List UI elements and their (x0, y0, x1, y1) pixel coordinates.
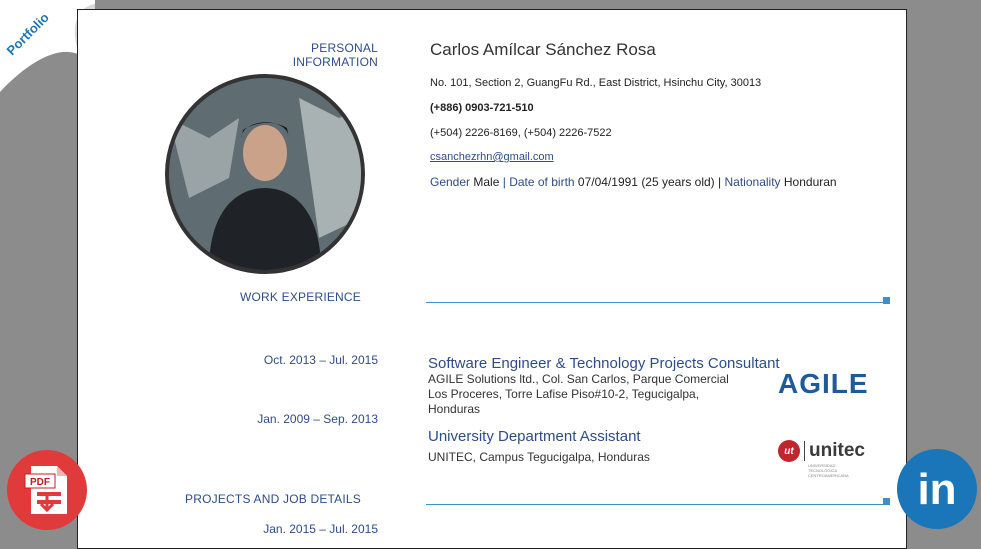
phone-primary: (+886) 0903-721-510 (430, 102, 534, 114)
project-date-1: Jan. 2015 – Jul. 2015 (263, 522, 378, 536)
section-divider (426, 302, 884, 303)
section-personal-information: PERSONAL INFORMATION (292, 41, 378, 69)
profile-photo (165, 74, 365, 274)
section-divider-end (883, 297, 890, 304)
email-link[interactable]: csanchezrhn@gmail.com (430, 151, 554, 163)
agile-logo: AGILE (778, 368, 869, 399)
job-detail-line: Honduras (428, 402, 481, 416)
nationality-value: Honduran (783, 175, 837, 189)
section-divider-end (883, 498, 890, 505)
job-detail-line: AGILE Solutions ltd., Col. San Carlos, P… (428, 372, 729, 386)
section-divider (426, 504, 884, 505)
section-work-experience: WORK EXPERIENCE (239, 290, 361, 304)
work-date-2: Jan. 2009 – Sep. 2013 (257, 412, 378, 426)
personal-attributes: Gender Male | Date of birth 07/04/1991 (… (430, 175, 837, 189)
phone-secondary: (+504) 2226-8169, (+504) 2226-7522 (430, 127, 612, 139)
nationality-label: Nationality (724, 175, 781, 189)
linkedin-label: in (917, 465, 956, 514)
job-title-1: Software Engineer & Technology Projects … (428, 355, 780, 372)
logo-divider (804, 441, 805, 461)
gender-value: Male (473, 175, 500, 189)
work-date-1: Oct. 2013 – Jul. 2015 (263, 353, 378, 367)
linkedin-button[interactable]: in (897, 449, 977, 529)
full-name: Carlos Amílcar Sánchez Rosa (430, 40, 656, 59)
job-detail-2: UNITEC, Campus Tegucigalpa, Honduras (428, 450, 650, 465)
dob-label: Date of birth (509, 175, 575, 189)
gender-label: Gender (430, 175, 471, 189)
separator: | (718, 175, 722, 189)
separator: | (502, 175, 506, 189)
address: No. 101, Section 2, GuangFu Rd., East Di… (430, 77, 762, 89)
job-detail-line: UNITEC, Campus Tegucigalpa, Honduras (428, 450, 650, 464)
pdf-download-button[interactable]: PDF (7, 450, 87, 530)
resume-page: PERSONAL INFORMATION Carlos Amílcar Sánc… (77, 9, 907, 549)
pdf-download-icon: PDF (24, 466, 67, 514)
job-detail-1: AGILE Solutions ltd., Col. San Carlos, P… (428, 372, 729, 417)
unitec-logo: ut unitec UNIVERSIDAD TECNOLÓGICA CENTRO… (778, 440, 865, 478)
unitec-subtitle: UNIVERSIDAD TECNOLÓGICA CENTROAMERICANA (808, 463, 849, 478)
unitec-mark-icon: ut (778, 440, 800, 462)
job-detail-line: Los Proceres, Torre Lafise Piso#10-2, Te… (428, 387, 700, 401)
job-title-2: University Department Assistant (428, 428, 641, 445)
profile-photo-image (169, 78, 361, 270)
linkedin-icon: in (917, 465, 956, 514)
unitec-wordmark: unitec (809, 440, 865, 461)
dob-value: 07/04/1991 (25 years old) (577, 175, 715, 189)
section-projects: PROJECTS AND JOB DETAILS (185, 492, 361, 506)
pdf-label: PDF (30, 477, 50, 488)
